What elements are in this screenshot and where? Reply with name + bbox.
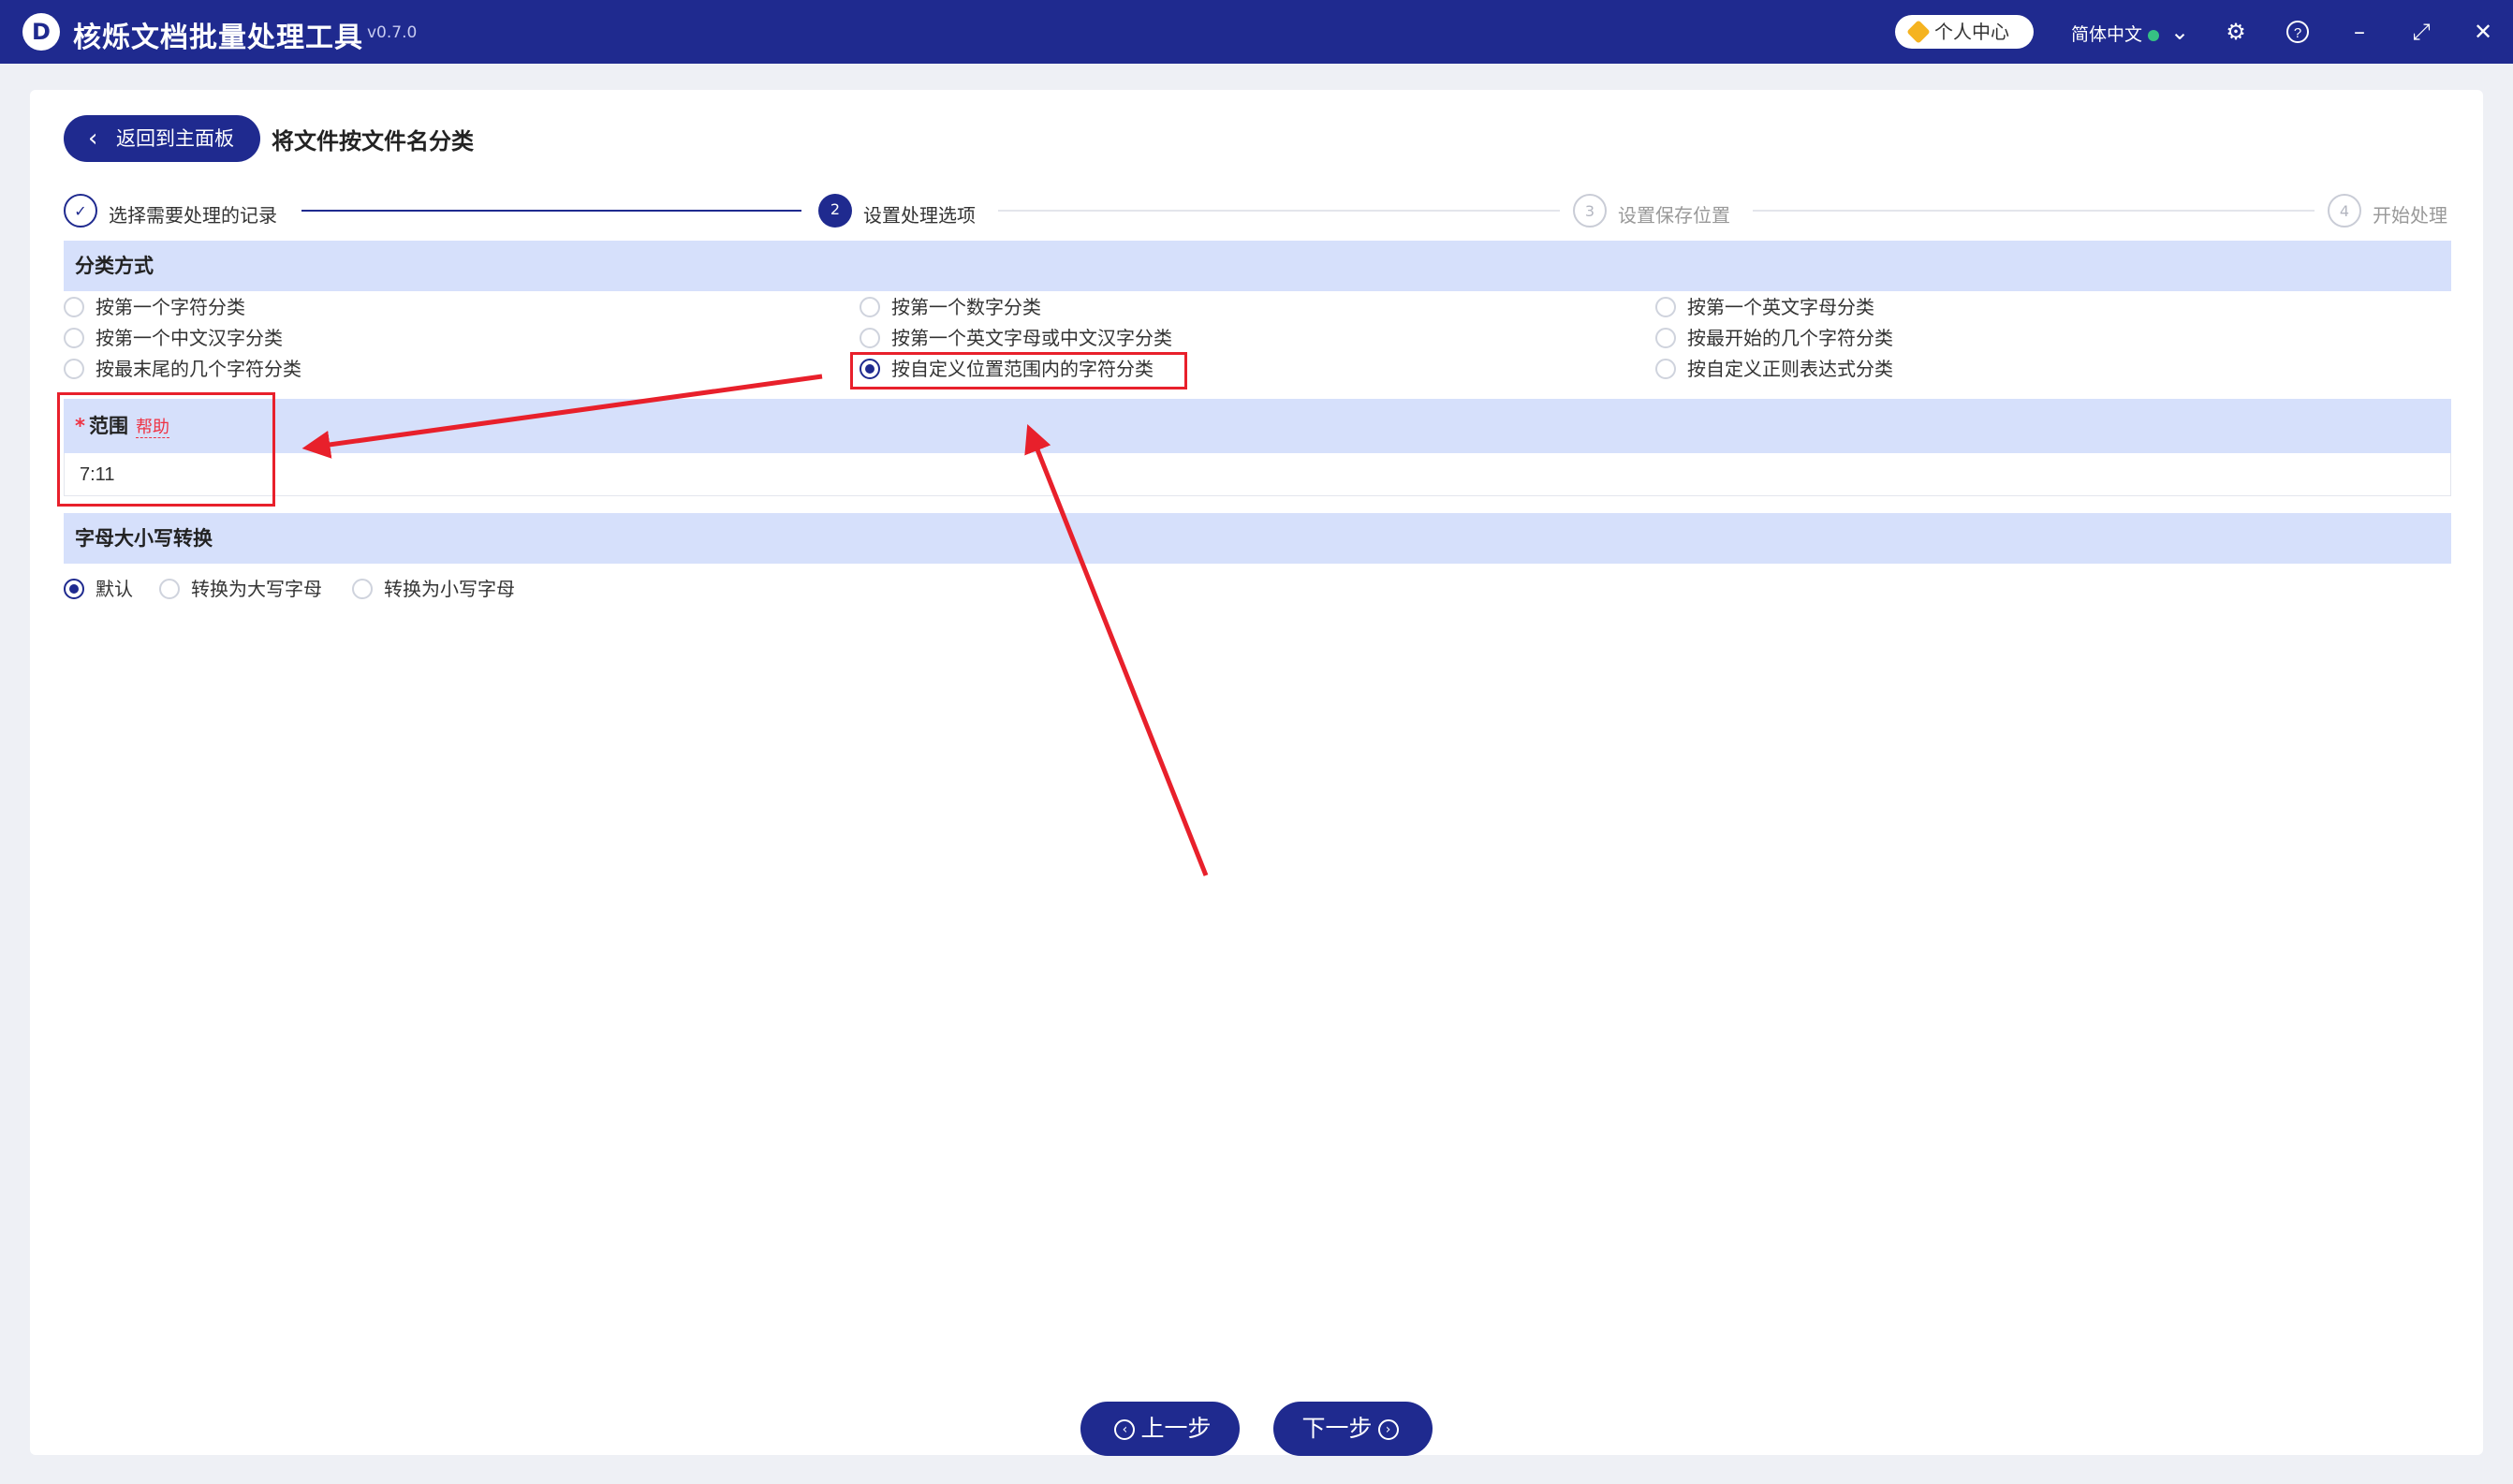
next-step-button[interactable]: 下一步 › <box>1273 1402 1433 1456</box>
next-label: 下一步 <box>1301 1415 1373 1442</box>
arrow-to-range <box>301 374 823 459</box>
arrow-to-option <box>1024 424 1209 876</box>
annotation-arrows <box>301 374 1209 876</box>
chevron-left-circle-icon: ‹ <box>1114 1419 1136 1440</box>
prev-step-button[interactable]: ‹ 上一步 <box>1080 1402 1240 1456</box>
prev-label: 上一步 <box>1140 1415 1212 1442</box>
chevron-right-circle-icon: › <box>1377 1419 1399 1440</box>
